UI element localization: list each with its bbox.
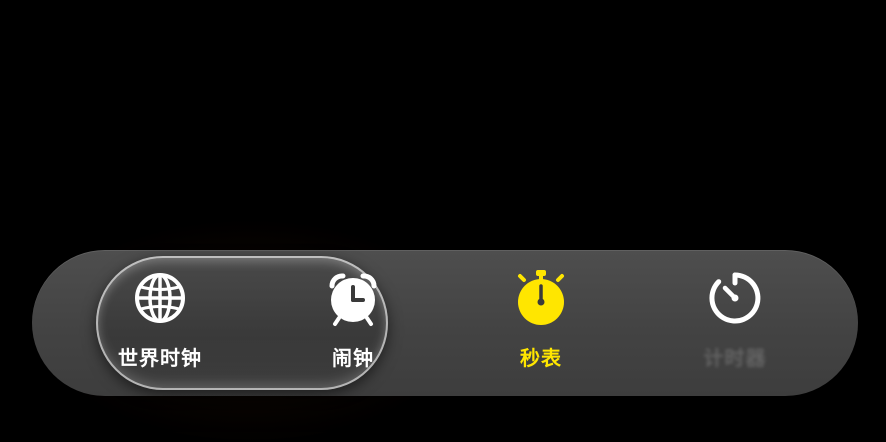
tab-timer[interactable]: 计时器 [660,268,810,380]
tab-stopwatch-label: 秒表 [520,346,562,370]
tab-world-clock-label: 世界时钟 [118,346,202,370]
tab-world-clock[interactable]: 世界时钟 [85,268,235,380]
tab-stopwatch[interactable]: 秒表 [466,268,616,380]
tab-alarm[interactable]: 闹钟 [278,268,428,380]
alarm-clock-icon [329,273,377,326]
tab-timer-label: 计时器 [703,346,767,370]
globe-icon [135,273,185,323]
timer-icon [709,272,761,324]
stopwatch-icon [518,270,564,325]
tab-alarm-label: 闹钟 [332,346,374,370]
